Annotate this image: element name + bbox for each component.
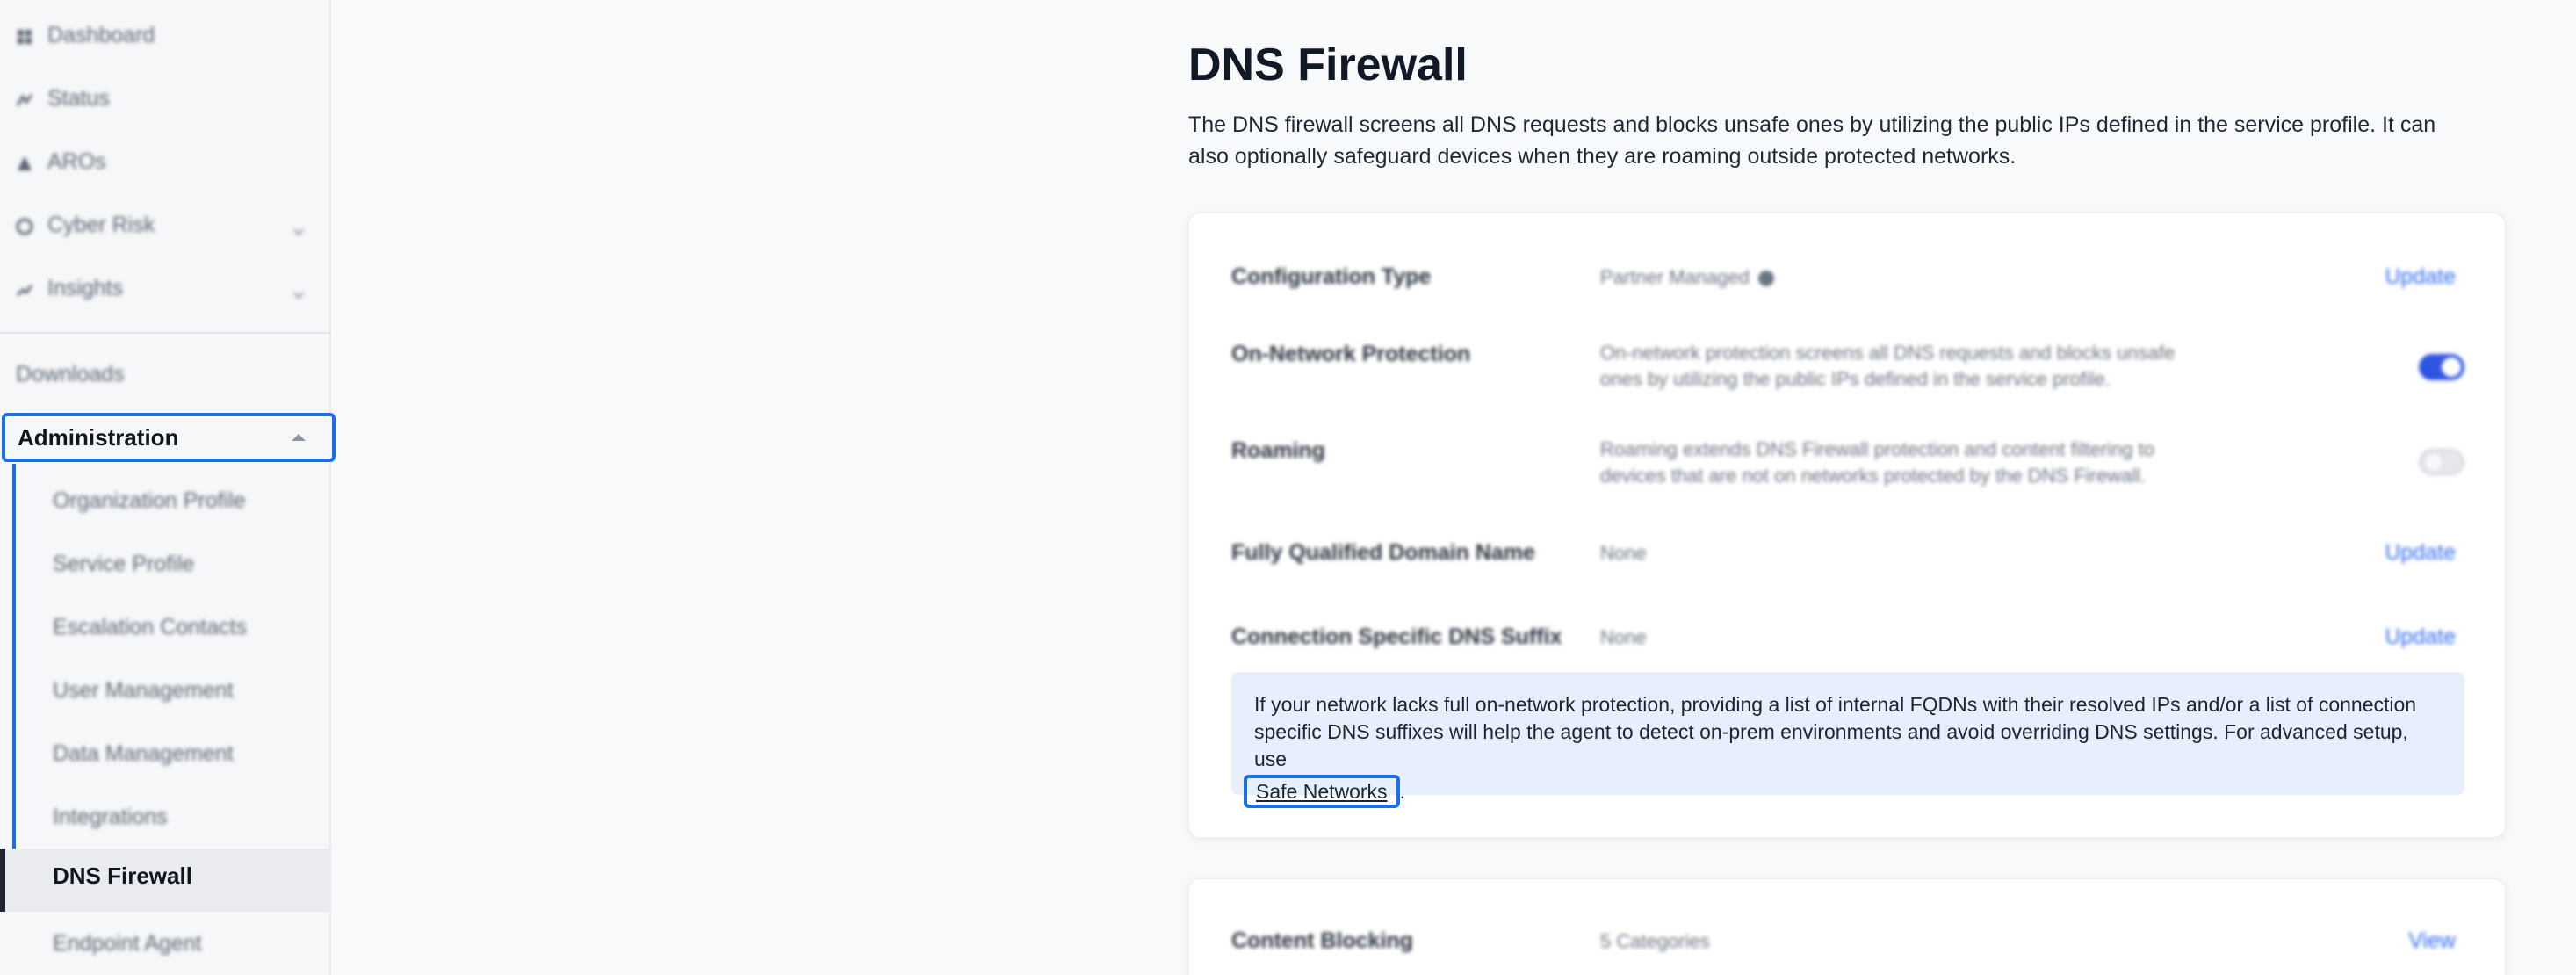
sidebar-subitem-data-management[interactable]: Data Management <box>53 736 234 771</box>
toggle-knob <box>2442 358 2461 377</box>
sidebar-subitem-endpoint-agent[interactable]: Endpoint Agent <box>53 926 202 961</box>
sidebar-subitem-label: Integrations <box>53 804 168 829</box>
sidebar-item-label: Insights <box>47 275 124 300</box>
sidebar-subitem-organization-profile[interactable]: Organization Profile <box>53 483 246 518</box>
sidebar-item-cyber-risk[interactable]: Cyber Risk <box>0 197 331 253</box>
sidebar-subitem-label: User Management <box>53 677 234 703</box>
annotation-connector-line <box>12 464 16 882</box>
dns-suffix-label: Connection Specific DNS Suffix <box>1231 625 1562 649</box>
sidebar-item-label: AROs <box>47 148 106 174</box>
sidebar-subitem-label: Service Profile <box>53 551 195 576</box>
sidebar-item-dashboard[interactable]: Dashboard <box>0 7 331 63</box>
sidebar-item-label: Administration <box>18 423 179 451</box>
content-blocking-label: Content Blocking <box>1231 928 1413 953</box>
content-blocking-card: Content Blocking 5 Categories View <box>1188 878 2506 975</box>
page-description: The DNS firewall screens all DNS request… <box>1188 112 2436 169</box>
roaming-description: Roaming extends DNS Firewall protection … <box>1600 438 2154 487</box>
aros-icon <box>16 153 33 170</box>
sidebar-subitem-service-profile[interactable]: Service Profile <box>53 546 194 581</box>
sidebar-subitem-escalation-contacts[interactable]: Escalation Contacts <box>53 610 247 645</box>
sidebar-subitem-user-management[interactable]: User Management <box>53 673 234 708</box>
sidebar-item-label: Status <box>47 85 110 111</box>
chevron-down-icon <box>292 219 305 236</box>
roaming-toggle[interactable] <box>2419 449 2464 475</box>
sidebar-subitem-label: Data Management <box>53 740 234 766</box>
dns-suffix-update-button[interactable]: Update <box>2385 625 2456 650</box>
sidebar-item-insights[interactable]: Insights <box>0 260 331 316</box>
sidebar-item-label: Downloads <box>16 361 125 386</box>
sidebar-subitem-integrations[interactable]: Integrations <box>53 799 168 834</box>
notice-text: If your network lacks full on-network pr… <box>1254 693 2417 770</box>
active-indicator <box>0 849 5 912</box>
sidebar-item-administration[interactable]: Administration <box>2 413 336 462</box>
status-icon <box>16 90 33 107</box>
sidebar-item-downloads[interactable]: Downloads <box>0 346 331 402</box>
configuration-type-value: Partner Managed <box>1600 264 2215 291</box>
sidebar-item-aros[interactable]: AROs <box>0 134 331 190</box>
content-blocking-view-button[interactable]: View <box>2408 928 2456 954</box>
sidebar-item-status[interactable]: Status <box>0 70 331 126</box>
safe-networks-link[interactable]: Safe Networks <box>1244 775 1400 808</box>
page-title: DNS Firewall <box>1188 40 1468 90</box>
fqdn-label: Fully Qualified Domain Name <box>1231 540 1535 565</box>
roaming-label: Roaming <box>1231 438 1325 463</box>
fqdn-value: None <box>1600 542 1647 564</box>
sidebar-subitem-label: Escalation Contacts <box>53 614 247 639</box>
sidebar-divider <box>0 332 331 334</box>
configuration-type-text: Partner Managed <box>1600 266 1750 288</box>
insights-icon <box>16 279 33 297</box>
sidebar-subitem-label: DNS Firewall <box>53 863 192 889</box>
content-blocking-value: 5 Categories <box>1600 930 1710 952</box>
on-network-protection-label: On-Network Protection <box>1231 342 1471 366</box>
cyber-risk-icon <box>16 216 33 235</box>
chevron-up-icon <box>292 434 306 441</box>
on-network-protection-description: On-network protection screens all DNS re… <box>1600 342 2176 390</box>
info-icon[interactable] <box>1758 271 1774 287</box>
configuration-type-update-button[interactable]: Update <box>2385 264 2456 290</box>
settings-card: Configuration Type Partner Managed Updat… <box>1188 213 2506 838</box>
chevron-down-icon <box>292 282 305 300</box>
dns-suffix-value: None <box>1600 626 1647 648</box>
info-notice: If your network lacks full on-network pr… <box>1231 672 2464 808</box>
configuration-type-label: Configuration Type <box>1231 264 1432 289</box>
notice-suffix: . <box>1399 780 1405 803</box>
sidebar-item-label: Cyber Risk <box>47 212 155 237</box>
dashboard-icon <box>16 26 33 44</box>
sidebar-subitem-label: Endpoint Agent <box>53 930 202 956</box>
sidebar-subitem-label: Organization Profile <box>53 488 246 513</box>
fqdn-update-button[interactable]: Update <box>2385 540 2456 566</box>
toggle-knob <box>2424 452 2443 472</box>
on-network-protection-toggle[interactable] <box>2419 354 2464 380</box>
sidebar-item-label: Dashboard <box>47 22 155 47</box>
